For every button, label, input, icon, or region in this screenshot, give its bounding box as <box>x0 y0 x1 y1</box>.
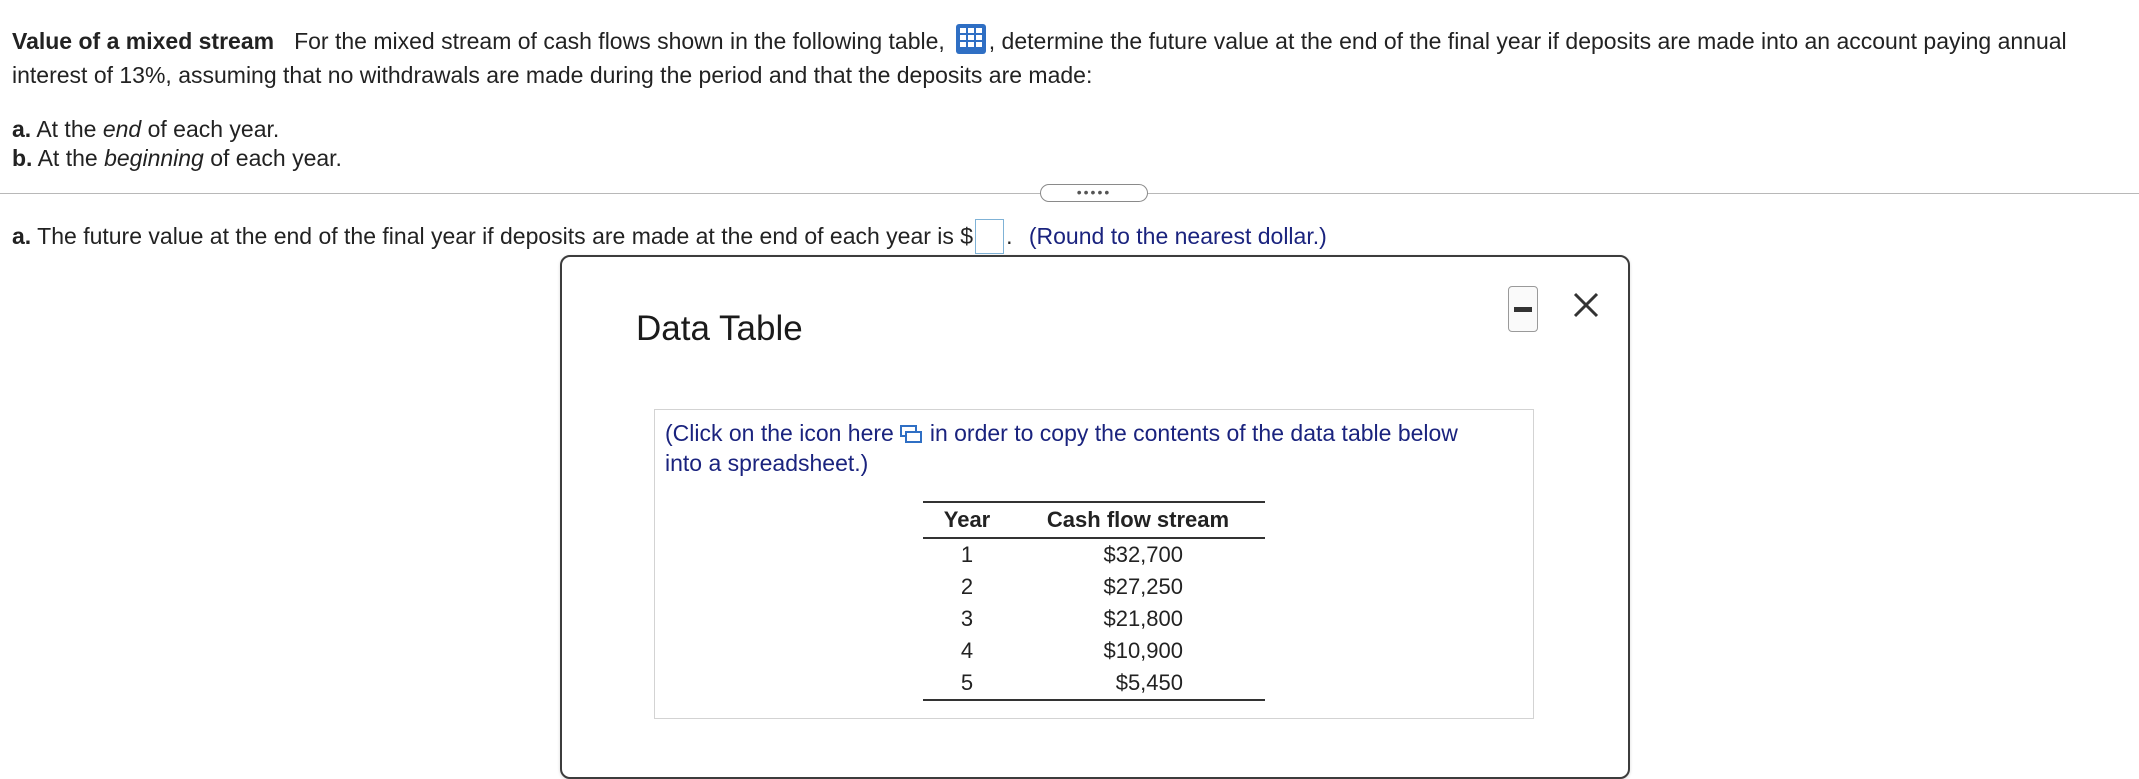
question-line-2: interest of 13%, assuming that no withdr… <box>12 62 1093 88</box>
table-grid-icon[interactable] <box>955 23 987 55</box>
cash-flow-cell: $10,900 <box>1011 635 1265 667</box>
cash-flow-value: $10,900 <box>1103 638 1183 663</box>
answer-label: a. <box>12 223 32 249</box>
cash-flow-value: $27,250 <box>1103 574 1183 599</box>
part-a-text: At the <box>36 116 97 142</box>
minimize-icon <box>1514 307 1532 312</box>
cash-flow-cell: $32,700 <box>1011 538 1265 571</box>
close-button[interactable] <box>1568 287 1604 323</box>
cash-flow-table: Year Cash flow stream 1 $32,700 2 $27,25… <box>923 501 1265 701</box>
part-a: a. At the end of each year. <box>12 115 279 143</box>
cash-flow-value: $21,800 <box>1103 606 1183 631</box>
table-row: 5 $5,450 <box>923 667 1265 701</box>
part-b-emphasis: beginning <box>104 145 204 171</box>
answer-input[interactable] <box>975 219 1005 254</box>
year-cell: 5 <box>923 667 1011 701</box>
cash-flow-cell: $27,250 <box>1011 571 1265 603</box>
expand-handle[interactable]: ••••• <box>1040 184 1148 202</box>
close-icon <box>1573 292 1599 318</box>
table-row: 2 $27,250 <box>923 571 1265 603</box>
cash-flow-cell: $5,450 <box>1011 667 1265 701</box>
cash-flow-value: $5,450 <box>1115 670 1183 695</box>
part-b-label: b. <box>12 145 33 171</box>
rounding-hint: (Round to the nearest dollar.) <box>1028 223 1327 249</box>
year-cell: 1 <box>960 542 974 567</box>
data-table-dialog: Data Table (Click on the icon here in or… <box>560 255 1630 779</box>
copy-text-start: (Click on the icon here <box>665 420 894 446</box>
year-cell: 4 <box>960 638 974 663</box>
part-a-text-end: of each year. <box>147 116 280 142</box>
answer-prompt: The future value at the end of the final… <box>37 223 974 249</box>
question-intro-continued: , determine the future value at the end … <box>988 28 2067 54</box>
question-line-1: Value of a mixed stream For the mixed str… <box>12 23 2067 55</box>
data-table-container: (Click on the icon here in order to copy… <box>654 409 1534 719</box>
question-intro: For the mixed stream of cash flows shown… <box>294 28 945 54</box>
part-a-label: a. <box>12 116 32 142</box>
cash-flow-cell: $21,800 <box>1011 603 1265 635</box>
copy-instructions: (Click on the icon here in order to copy… <box>665 418 1458 478</box>
cash-flow-value: $32,700 <box>1103 542 1183 567</box>
cash-flow-header: Cash flow stream <box>1011 501 1265 539</box>
copy-text-end: in order to copy the contents of the dat… <box>929 420 1458 446</box>
year-cell: 2 <box>960 574 974 599</box>
part-b-text-end: of each year. <box>210 145 342 171</box>
part-b-text: At the <box>37 145 98 171</box>
copy-to-spreadsheet-icon[interactable] <box>899 420 922 443</box>
table-row: 1 $32,700 <box>923 538 1265 571</box>
copy-text-line2: into a spreadsheet.) <box>665 450 869 476</box>
year-header: Year <box>923 501 1011 539</box>
year-cell: 3 <box>960 606 974 631</box>
answer-suffix: . <box>1006 223 1013 249</box>
part-b: b. At the beginning of each year. <box>12 144 342 172</box>
question-title: Value of a mixed stream <box>12 28 275 54</box>
table-row: 3 $21,800 <box>923 603 1265 635</box>
part-a-emphasis: end <box>102 116 142 142</box>
minimize-button[interactable] <box>1508 286 1538 332</box>
table-header-row: Year Cash flow stream <box>923 501 1265 539</box>
dialog-title: Data Table <box>636 309 803 348</box>
table-row: 4 $10,900 <box>923 635 1265 667</box>
answer-line: a. The future value at the end of the fi… <box>12 219 1327 254</box>
